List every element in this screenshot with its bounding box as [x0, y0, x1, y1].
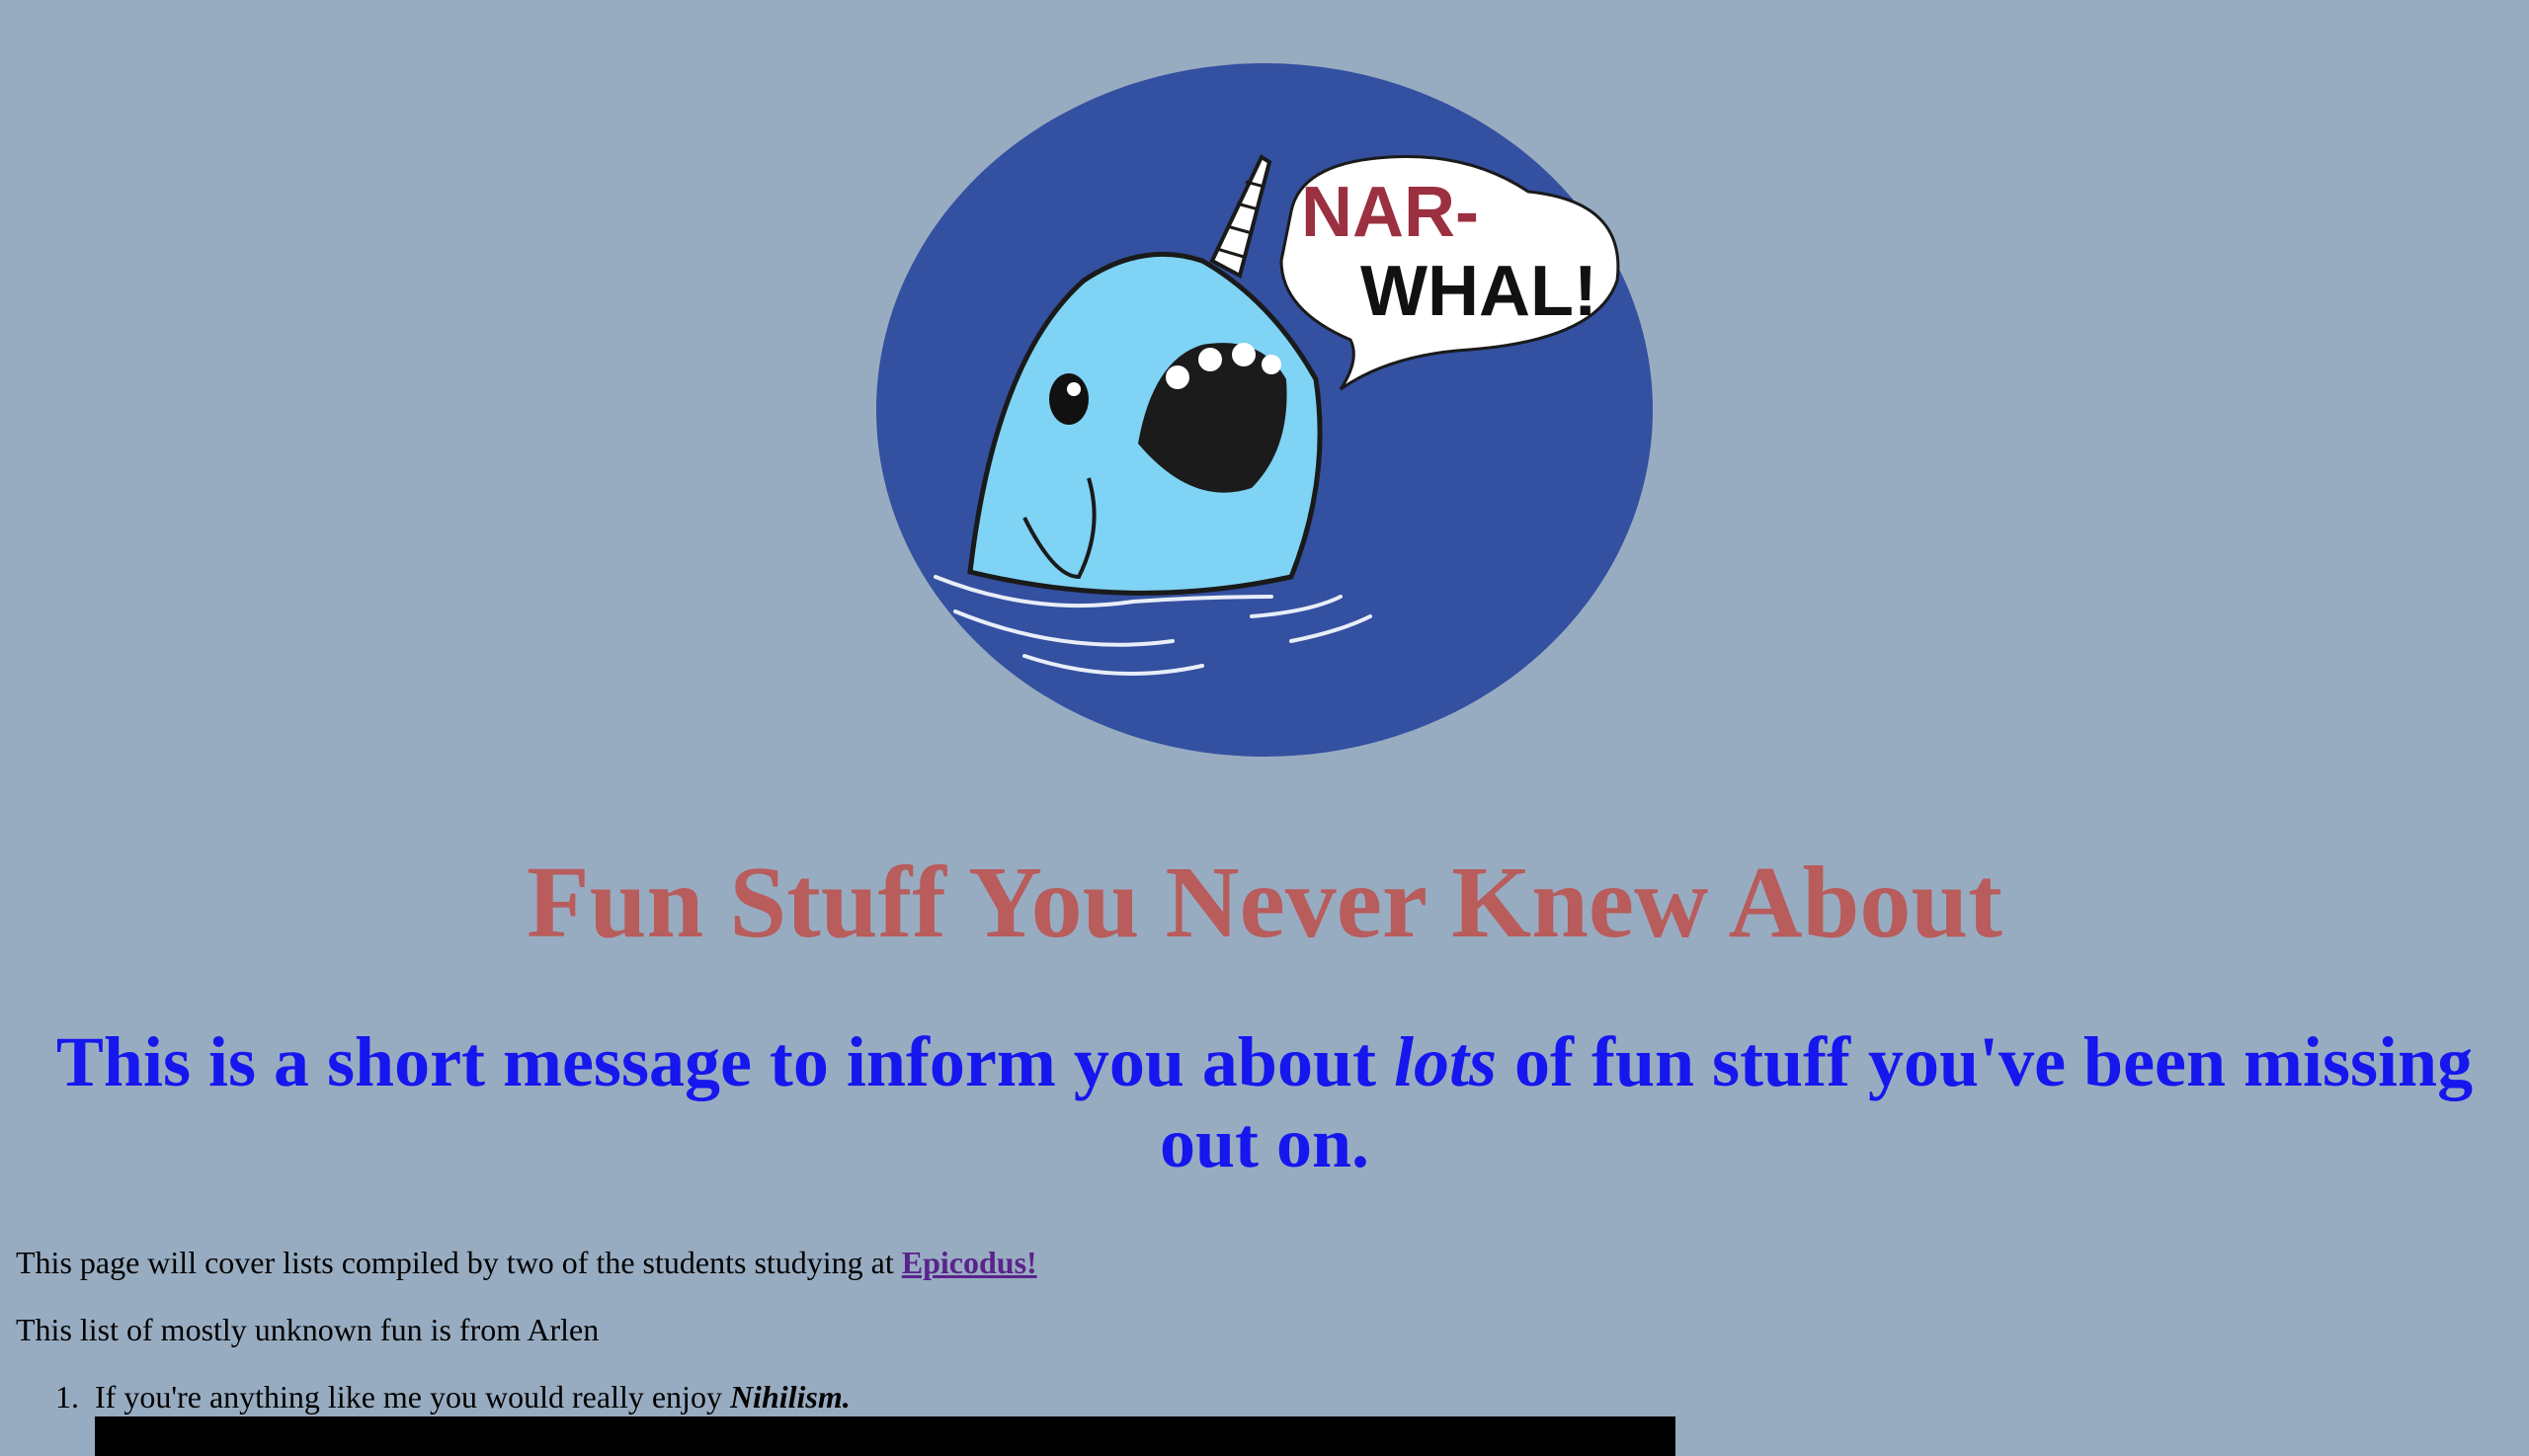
list-item-emphasis: Nihilism.	[729, 1379, 851, 1415]
embedded-media-block	[95, 1416, 1675, 1456]
narwhal-logo-image: NAR- WHAL!	[876, 63, 1653, 757]
message-emphasis: lots	[1393, 1022, 1497, 1101]
list-intro: This list of mostly unknown fun is from …	[16, 1312, 600, 1347]
intro-text: This page will cover lists compiled by t…	[16, 1245, 902, 1280]
intro-paragraph: This page will cover lists compiled by t…	[16, 1243, 1037, 1282]
fun-list: 1. If you're anything like me you would …	[55, 1377, 851, 1416]
list-item: 1. If you're anything like me you would …	[55, 1377, 851, 1416]
list-item-text: If you're anything like me you would rea…	[95, 1379, 730, 1415]
speech-line1: NAR-	[1301, 173, 1479, 252]
intro-message: This is a short message to inform you ab…	[16, 1021, 2513, 1183]
list-item-number: 1.	[55, 1379, 79, 1415]
epicodus-link[interactable]: Epicodus!	[902, 1245, 1037, 1280]
message-before: This is a short message to inform you ab…	[55, 1022, 1394, 1101]
narwhal-eye	[1049, 373, 1089, 425]
speech-line2: WHAL!	[1360, 252, 1597, 331]
narwhal-logo: NAR- WHAL!	[876, 63, 1653, 757]
page-title: Fun Stuff You Never Knew About	[527, 846, 2002, 959]
